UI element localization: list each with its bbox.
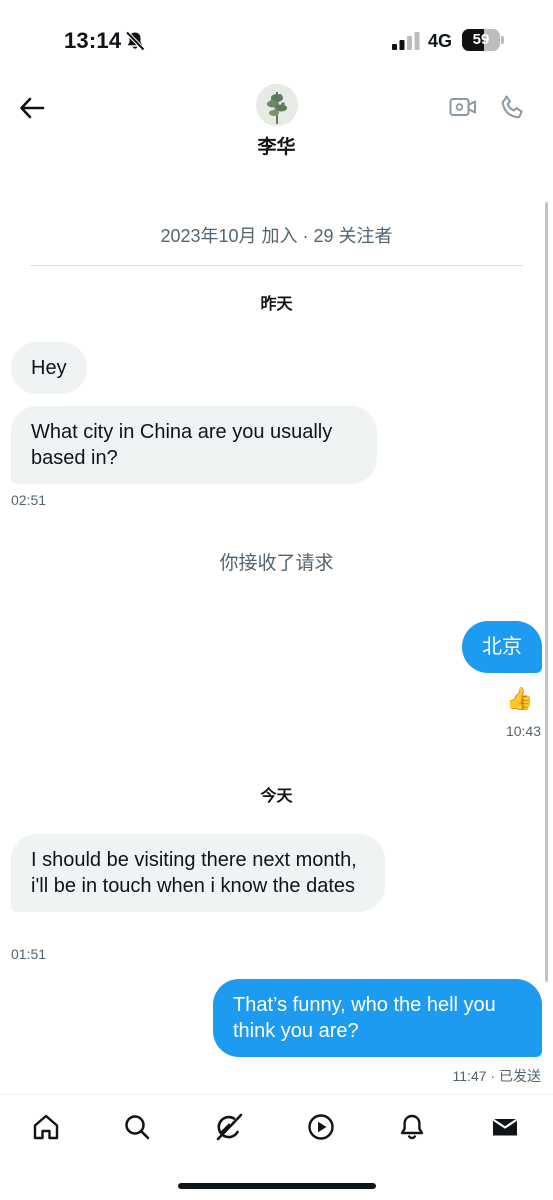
back-button[interactable]	[14, 90, 50, 126]
nav-search[interactable]	[119, 1109, 155, 1145]
nav-videos[interactable]	[303, 1109, 339, 1145]
message-time-status: 11:47 · 已发送	[453, 1066, 541, 1086]
message-time: 01:51	[11, 946, 47, 962]
video-play-icon	[308, 1114, 334, 1140]
notifications-bell-icon	[400, 1114, 424, 1140]
messages-envelope-icon	[492, 1118, 518, 1136]
video-call-button[interactable]	[446, 92, 480, 122]
system-note: 你接收了请求	[219, 553, 334, 574]
nav-messages[interactable]	[487, 1109, 523, 1145]
signal-bars-icon	[392, 32, 422, 50]
battery-icon: 59	[462, 29, 504, 51]
video-camera-icon	[449, 98, 476, 116]
day-label-yesterday: 昨天	[260, 296, 293, 313]
nav-home[interactable]	[28, 1109, 64, 1145]
status-bar: 13:14 4G 59	[0, 0, 553, 80]
voice-call-button[interactable]	[496, 90, 530, 124]
battery-percentage: 59	[472, 31, 490, 48]
message-bubble-outgoing[interactable]: 北京	[462, 621, 542, 673]
reaction-thumbs-up[interactable]: 👍	[506, 686, 533, 712]
day-label-today: 今天	[260, 788, 293, 805]
search-icon	[125, 1115, 150, 1140]
message-status: · 已发送	[486, 1068, 541, 1084]
back-arrow-icon	[20, 97, 45, 119]
home-icon	[33, 1114, 59, 1140]
message-time: 02:51	[11, 492, 47, 508]
scrollbar[interactable]	[545, 202, 548, 982]
conversation-header: 李华	[0, 80, 553, 170]
home-indicator[interactable]	[178, 1183, 376, 1189]
message-time: 11:47	[452, 1068, 487, 1084]
message-bubble-incoming[interactable]: I should be visiting there next month, i…	[11, 834, 385, 912]
contact-name[interactable]: 李华	[0, 132, 553, 159]
network-type: 4G	[428, 31, 453, 51]
message-bubble-incoming[interactable]: Hey	[11, 342, 87, 394]
profile-meta[interactable]: 2023年10月 加入 · 29 关注者	[0, 222, 553, 248]
bell-muted-icon	[124, 30, 146, 52]
avatar[interactable]	[256, 84, 298, 126]
nav-notifications[interactable]	[394, 1109, 430, 1145]
divider	[30, 265, 523, 266]
message-bubble-outgoing[interactable]: That’s funny, who the hell you think you…	[213, 979, 542, 1057]
status-time: 13:14	[64, 28, 122, 53]
message-time: 10:43	[505, 723, 541, 739]
grok-icon	[216, 1113, 243, 1141]
nav-grok[interactable]	[211, 1109, 247, 1145]
message-bubble-incoming[interactable]: What city in China are you usually based…	[11, 406, 377, 484]
phone-icon	[501, 95, 523, 119]
